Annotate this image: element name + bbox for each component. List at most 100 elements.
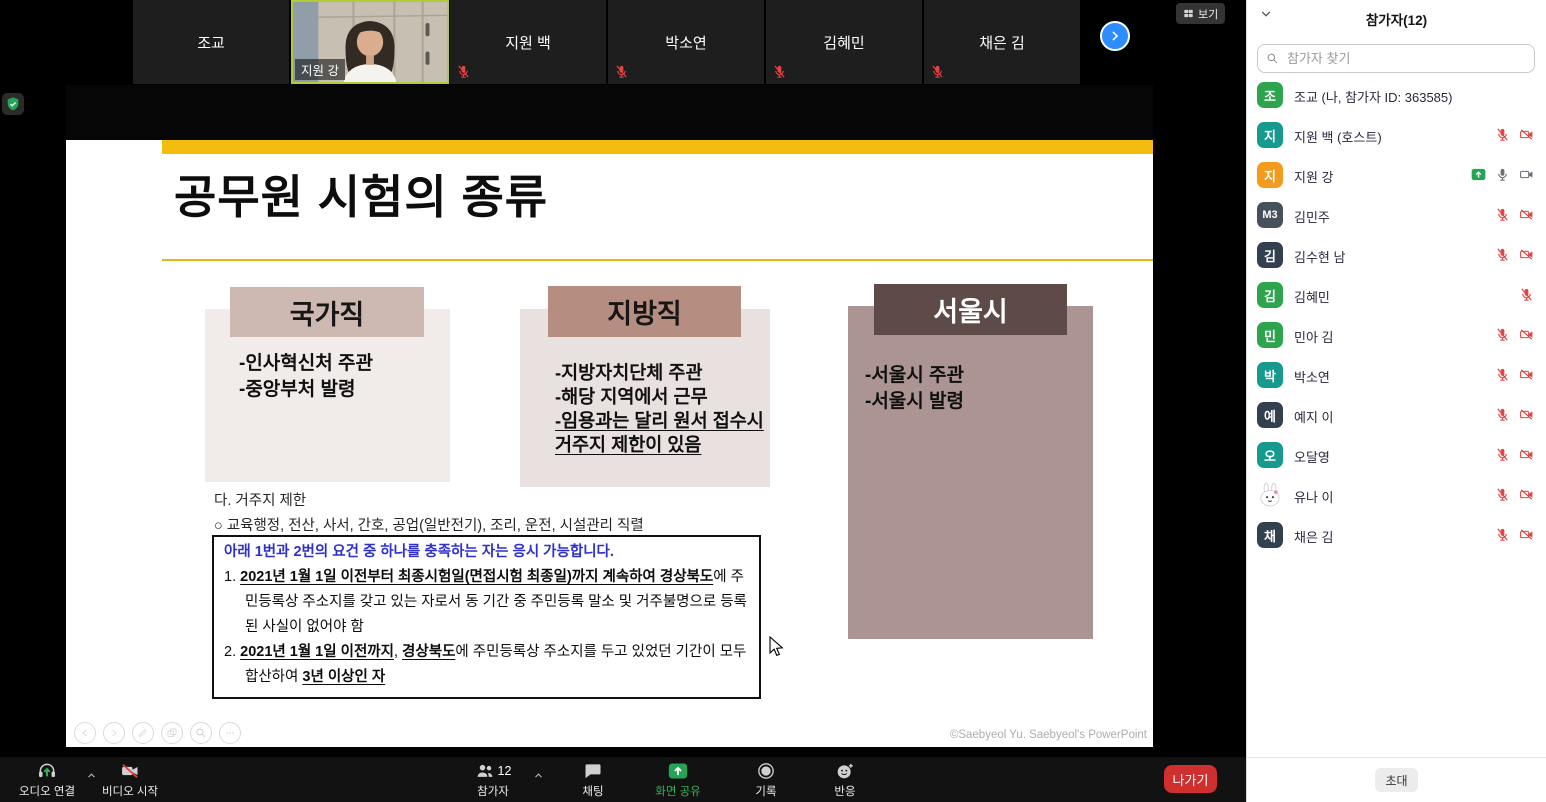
presenter-toolbar	[74, 722, 241, 744]
underlined-text: 2021년 1월 1일 이전까지	[240, 644, 394, 660]
participants-label: 참가자	[477, 783, 509, 799]
participant-row-9[interactable]: 예 예지 이	[1247, 395, 1546, 435]
slide-letterbox-bar	[66, 85, 1153, 140]
video-tile-2-active-speaker[interactable]: 지원 강	[291, 0, 449, 84]
smiley-plus-icon	[835, 761, 855, 781]
slide-next-button[interactable]	[103, 722, 125, 744]
search-icon	[1266, 52, 1279, 65]
participants-icon	[475, 761, 495, 781]
record-label: 기록	[755, 783, 776, 799]
participant-name: 김수현 남	[1294, 247, 1345, 266]
participants-button[interactable]: 12 참가자	[458, 757, 528, 802]
participant-name: 오달영	[1294, 447, 1330, 466]
ellipsis-icon	[224, 727, 236, 739]
video-tile-6[interactable]: 채은 김	[924, 0, 1080, 84]
video-off-icon	[1519, 487, 1534, 502]
more-options-button[interactable]	[219, 722, 241, 744]
participant-row-6[interactable]: 김 김혜민	[1247, 275, 1546, 315]
share-screen-button[interactable]: 화면 공유	[638, 757, 718, 802]
mic-muted-icon	[1495, 327, 1510, 342]
participant-row-4[interactable]: M3 김민주	[1247, 195, 1546, 235]
participant-name: 조교 (나, 참가자 ID: 363585)	[1294, 87, 1452, 106]
meeting-security-badge[interactable]	[2, 93, 24, 115]
video-on-icon	[1519, 167, 1534, 182]
tile-participant-name: 박소연	[665, 32, 706, 53]
tile-participant-name: 조교	[197, 32, 225, 53]
camera-off-icon	[120, 761, 140, 781]
leave-meeting-button[interactable]: 나가기	[1164, 765, 1217, 793]
share-screen-icon	[668, 761, 688, 781]
mic-muted-icon	[456, 64, 471, 79]
participant-row-12[interactable]: 채 채은 김	[1247, 515, 1546, 555]
slides-icon	[166, 727, 178, 739]
reactions-label: 반응	[834, 783, 855, 799]
video-tile-5[interactable]: 김혜민	[766, 0, 922, 84]
start-video-button[interactable]: 비디오 시작	[95, 757, 165, 802]
bunny-icon	[1257, 482, 1283, 508]
participants-options-chevron[interactable]	[533, 768, 544, 786]
video-off-icon	[1519, 407, 1534, 422]
triangle-left-icon	[79, 727, 91, 739]
video-off-icon	[1519, 367, 1534, 382]
participant-search-box[interactable]	[1257, 44, 1535, 73]
participant-row-5[interactable]: 김 김수현 남	[1247, 235, 1546, 275]
bunny-sticker-avatar	[1257, 482, 1283, 508]
video-tile-4[interactable]: 박소연	[608, 0, 764, 84]
see-all-slides-button[interactable]	[161, 722, 183, 744]
participant-name: 지원 강	[1294, 167, 1334, 186]
invite-button[interactable]: 초대	[1375, 768, 1417, 792]
participant-row-11[interactable]: 유나 이	[1247, 475, 1546, 515]
slide-title-underline	[162, 259, 1153, 261]
participants-panel-title: 참가자(12)	[1247, 9, 1546, 29]
participants-panel: 참가자(12) 조 조교 (나, 참가자 ID: 363585) 지 지원 백 …	[1246, 0, 1546, 802]
rule-item-1: 1. 2021년 1월 1일 이전부터 최종시험일(면접시험 최종일)까지 계속…	[224, 565, 751, 640]
avatar: 민	[1257, 322, 1283, 348]
zoom-slide-button[interactable]	[190, 722, 212, 744]
mic-muted-icon	[1495, 447, 1510, 462]
eligibility-rule-box: 아래 1번과 2번의 요건 중 하나를 충족하는 자는 응시 가능합니다. 1.…	[212, 535, 761, 699]
video-tile-1[interactable]: 조교	[133, 0, 289, 84]
participant-row-7[interactable]: 민 민아 김	[1247, 315, 1546, 355]
grid-view-icon	[1183, 8, 1194, 19]
participant-name: 유나 이	[1294, 487, 1334, 506]
tile-participant-name: 김혜민	[823, 32, 864, 53]
slide-title: 공무원 시험의 종류	[174, 161, 548, 227]
column-national-header: 국가직	[230, 287, 424, 337]
avatar: 김	[1257, 282, 1283, 308]
video-off-icon	[1519, 327, 1534, 342]
headset-icon	[37, 761, 57, 781]
chat-button[interactable]: 채팅	[563, 757, 623, 802]
video-tile-3[interactable]: 지원 백	[450, 0, 606, 84]
record-button[interactable]: 기록	[736, 757, 796, 802]
column-seoul-header: 서울시	[874, 284, 1067, 335]
column-local-text: -지방자치단체 주관 -해당 지역에서 근무 -임용과는 달리 원서 접수시 거…	[555, 361, 777, 457]
mic-muted-icon	[1519, 287, 1534, 302]
avatar: 지	[1257, 122, 1283, 148]
view-button[interactable]: 보기	[1176, 3, 1225, 24]
next-video-page-button[interactable]	[1100, 21, 1130, 51]
tile-participant-name: 채은 김	[979, 32, 1025, 53]
participant-row-8[interactable]: 박 박소연	[1247, 355, 1546, 395]
participant-name: 김혜민	[1294, 287, 1330, 306]
triangle-right-icon	[108, 727, 120, 739]
slide-previous-button[interactable]	[74, 722, 96, 744]
participant-name: 박소연	[1294, 367, 1330, 386]
participant-row-10[interactable]: 오 오달영	[1247, 435, 1546, 475]
participant-row-1[interactable]: 조 조교 (나, 참가자 ID: 363585)	[1247, 75, 1546, 115]
underlined-text: 2021년 1월 1일 이전부터 최종시험일(면접시험 최종일)까지 계속하여 …	[240, 569, 713, 585]
zoom-meeting-window: 조교 지원 강 지원 백 박소연 김혜민 채은 김	[0, 0, 1546, 802]
rule-item-2: 2. 2021년 1월 1일 이전까지, 경상북도에 주민등록상 주소지를 두고…	[224, 640, 751, 690]
participant-row-2[interactable]: 지 지원 백 (호스트)	[1247, 115, 1546, 155]
underlined-text: 3년 이상인 자	[302, 669, 385, 685]
pen-tool-button[interactable]	[132, 722, 154, 744]
connect-audio-button[interactable]: 오디오 연결	[2, 757, 92, 802]
chat-bubble-icon	[583, 761, 603, 781]
mic-muted-icon	[1495, 367, 1510, 382]
mic-muted-icon	[1495, 487, 1510, 502]
avatar: M3	[1257, 202, 1283, 228]
chevron-up-icon	[533, 770, 544, 781]
participant-search-input[interactable]	[1285, 50, 1526, 67]
participant-row-3[interactable]: 지 지원 강	[1247, 155, 1546, 195]
reactions-button[interactable]: 반응	[815, 757, 875, 802]
note-job-series: ○ 교육행정, 전산, 사서, 간호, 공업(일반전기), 조리, 운전, 시설…	[214, 514, 644, 535]
